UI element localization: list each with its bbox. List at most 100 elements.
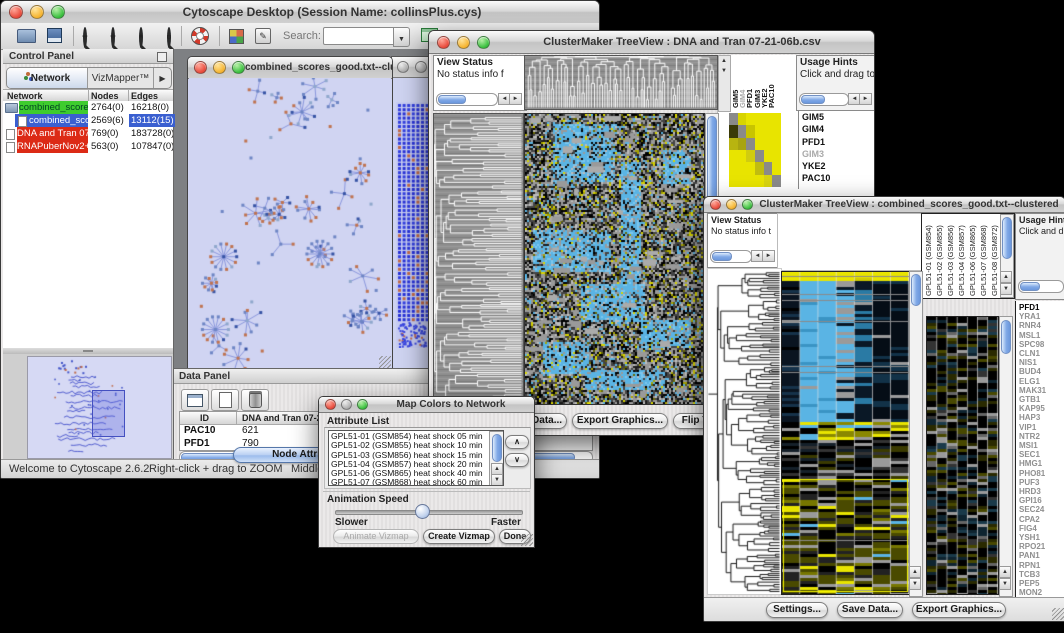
save-data-button[interactable]: Save Data... <box>837 602 903 618</box>
gene-label[interactable]: MSL1 <box>1019 331 1064 340</box>
gene-label[interactable]: HRD3 <box>1019 487 1064 496</box>
column-label[interactable]: GPL51-02 (GSM855) <box>935 216 946 296</box>
scroll-down-icon[interactable]: ▼ <box>909 578 921 590</box>
scrollbar-thumb[interactable] <box>712 252 732 261</box>
scroll-down-icon[interactable]: ▼ <box>491 474 503 486</box>
gene-label[interactable]: GPI16 <box>1019 496 1064 505</box>
scrollbar-thumb[interactable] <box>801 95 825 104</box>
column-label[interactable]: PAC10 <box>767 55 774 108</box>
zoom-heatmap-canvas[interactable] <box>926 316 999 595</box>
help-button[interactable] <box>191 27 209 45</box>
scrollbar-thumb[interactable] <box>911 274 921 306</box>
gene-label[interactable]: HAP3 <box>1019 413 1064 422</box>
view-status-hscrollbar[interactable] <box>436 93 498 106</box>
minimize-icon[interactable] <box>726 199 737 210</box>
scroll-down-icon[interactable]: ▼ <box>999 578 1011 590</box>
column-label[interactable]: GPL51-03 (GSM856) <box>946 216 957 296</box>
zoom-fit-button[interactable]: ▫ <box>167 27 171 48</box>
summary-heatmap[interactable] <box>729 113 781 187</box>
minimize-icon[interactable] <box>30 5 44 19</box>
scroll-up-icon[interactable]: ▲ <box>909 566 921 578</box>
column-label[interactable]: GPL51-04 (GSM857) <box>957 216 968 296</box>
move-down-button[interactable]: ∨ <box>505 453 529 467</box>
datapanel-delete-button[interactable] <box>241 389 269 411</box>
treeview1-heatmap-canvas[interactable] <box>524 113 705 405</box>
column-label[interactable]: YKE2 <box>760 55 767 108</box>
gene-label[interactable]: MSI1 <box>1019 441 1064 450</box>
scrollbar-thumb[interactable] <box>1002 217 1012 259</box>
gene-label[interactable]: PHO81 <box>1019 469 1064 478</box>
search-input[interactable] <box>323 27 395 45</box>
scroll-up-icon[interactable]: ▲ <box>999 566 1011 578</box>
zoom-window-icon[interactable] <box>477 36 490 49</box>
gene-label[interactable]: ELG1 <box>1019 377 1064 386</box>
close-icon[interactable] <box>710 199 721 210</box>
column-header-nodes[interactable]: Nodes <box>91 91 119 101</box>
animate-vizmap-button[interactable]: Animate Vizmap <box>333 529 419 544</box>
network-window-1[interactable]: combined_scores_good.txt--cluste... <box>187 56 393 370</box>
scrollbar-thumb[interactable] <box>1001 320 1011 354</box>
network1-titlebar[interactable]: combined_scores_good.txt--cluste... <box>188 57 392 79</box>
gene-label[interactable]: SPC98 <box>1019 340 1064 349</box>
scrollbar-thumb[interactable] <box>438 95 466 104</box>
create-vizmap-button[interactable]: Create Vizmap <box>423 529 495 544</box>
minimize-icon[interactable] <box>213 61 226 74</box>
zoom-selected-button[interactable]: ∙ <box>139 27 143 48</box>
gene-label[interactable]: BUD4 <box>1019 367 1064 376</box>
close-icon[interactable] <box>194 61 207 74</box>
scroll-right-icon[interactable]: ► <box>762 250 775 262</box>
gene-label[interactable]: NIS1 <box>1019 358 1064 367</box>
column-label[interactable]: GPL51-01 (GSM854) <box>924 216 935 296</box>
gene-label[interactable]: YKE2 <box>802 160 852 172</box>
gene-label[interactable]: SEC1 <box>1019 450 1064 459</box>
settings-button[interactable]: Settings... <box>766 602 828 618</box>
resize-grip[interactable] <box>521 534 533 546</box>
attribute-item[interactable]: GPL51-07 (GSM868) heat shock 60 min <box>331 478 489 486</box>
gene-label[interactable]: SEC24 <box>1019 505 1064 514</box>
network-row-dna-tran[interactable]: DNA and Tran 07 769(0) 183728(0) <box>3 127 173 140</box>
float-panel-icon[interactable] <box>157 52 167 62</box>
close-icon[interactable] <box>325 399 336 410</box>
scroll-down-icon[interactable]: ▼ <box>1000 283 1012 295</box>
gene-label[interactable]: YRA1 <box>1019 312 1064 321</box>
gene-label[interactable]: PAN1 <box>1019 551 1064 560</box>
tab-overflow-button[interactable]: ▶ <box>154 68 171 88</box>
row-dendrogram-canvas[interactable] <box>707 268 782 595</box>
usage-hints-hscrollbar[interactable] <box>799 93 849 106</box>
column-label[interactable]: GIM3 <box>753 55 760 108</box>
gene-label[interactable]: RPN1 <box>1019 561 1064 570</box>
dialog-titlebar[interactable]: Map Colors to Network <box>319 397 534 413</box>
control-panel-header[interactable]: Control Panel <box>3 49 173 64</box>
row-dendrogram-canvas[interactable] <box>433 113 524 405</box>
treeview2-titlebar[interactable]: ClusterMaker TreeView : combined_scores_… <box>704 197 1064 213</box>
gene-label[interactable]: PEP5 <box>1019 579 1064 588</box>
scroll-down-icon[interactable]: ▼ <box>721 68 727 74</box>
gene-label[interactable]: CLN1 <box>1019 349 1064 358</box>
column-labels-vscrollbar[interactable]: ▲ ▼ <box>1000 214 1014 298</box>
close-icon[interactable] <box>397 61 409 73</box>
datapanel-table-button[interactable] <box>181 389 209 411</box>
gene-label[interactable]: MAK31 <box>1019 386 1064 395</box>
minimize-icon[interactable] <box>415 61 427 73</box>
birdseye-view[interactable] <box>27 356 172 459</box>
gene-label[interactable]: PFD1 <box>802 136 852 148</box>
tab-network[interactable]: Network <box>7 68 88 88</box>
view-status-hscrollbar[interactable] <box>710 250 752 263</box>
scroll-right-icon[interactable]: ► <box>509 93 522 105</box>
birdseye-selection-rect[interactable] <box>92 390 125 437</box>
export-graphics-button[interactable]: Export Graphics... <box>572 413 668 429</box>
scroll-up-icon[interactable]: ▲ <box>721 58 727 64</box>
scrollbar-thumb[interactable] <box>492 434 502 462</box>
network-row-rnapuber[interactable]: RNAPuberNov2+ 563(0) 107847(0) <box>3 140 173 153</box>
attribute-list-vscrollbar[interactable]: ▲ ▼ <box>489 431 504 486</box>
gene-label[interactable]: FIG4 <box>1019 524 1064 533</box>
column-header-network[interactable]: Network <box>7 91 43 101</box>
network-row-combined-sco[interactable]: combined_sco 2569(6) 13112(15) <box>3 114 173 127</box>
gene-label[interactable]: YSH1 <box>1019 533 1064 542</box>
minimize-icon[interactable] <box>341 399 352 410</box>
gene-label[interactable]: GTB1 <box>1019 395 1064 404</box>
zoom-in-button[interactable]: + <box>111 27 115 48</box>
gene-label[interactable]: NTR2 <box>1019 432 1064 441</box>
dense-network-canvas[interactable] <box>396 102 430 348</box>
treeview2-vscrollbar[interactable]: ▲ ▼ <box>909 271 923 597</box>
